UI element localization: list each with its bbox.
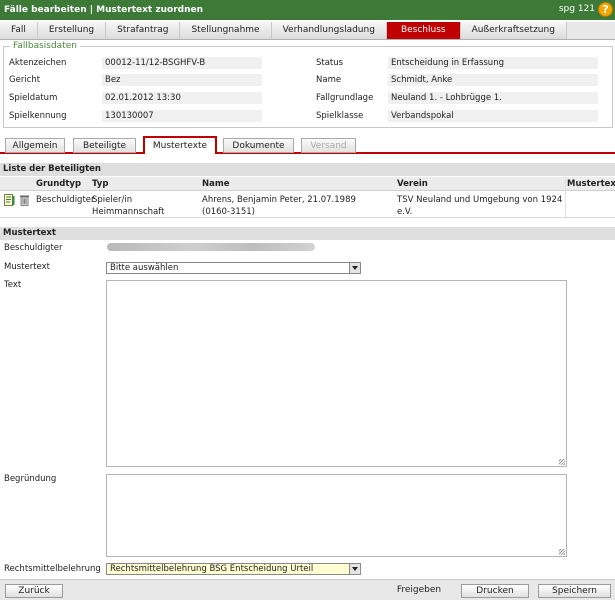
col-mustertext: Mustertext [567, 179, 615, 189]
subtab-dokumente[interactable]: Dokumente [223, 138, 294, 153]
tab-fall[interactable]: Fall [0, 22, 38, 39]
field-label: Spieldatum [9, 93, 58, 103]
field-label: Spielklasse [316, 111, 364, 121]
subtab-beteiligte[interactable]: Beteiligte [73, 138, 136, 153]
field-status: Status Entscheidung in Erfassung [316, 57, 611, 70]
delete-icon[interactable] [19, 194, 30, 206]
release-button[interactable]: Freigeben [388, 584, 450, 598]
field-aktenzeichen: Aktenzeichen 00012-11/12-BSGHFV-B [9, 57, 309, 70]
back-button[interactable]: Zurück [5, 584, 63, 598]
field-spieldatum: Spieldatum 02.01.2012 13:30 [9, 92, 309, 105]
cell-verein-line2: e.V. [397, 207, 413, 217]
text-label: Text [4, 280, 22, 290]
field-label: Gericht [9, 75, 41, 85]
tab-erstellung[interactable]: Erstellung [37, 22, 107, 39]
field-fallgrundlage: Fallgrundlage Neuland 1. - Lohbrügge 1. [316, 92, 611, 105]
cell-name-line2: (0160-3151) [202, 207, 255, 217]
mustertext-header: Mustertext [0, 227, 615, 240]
beteiligte-header: Liste der Beteiligten [0, 163, 615, 176]
field-gericht: Gericht Bez [9, 74, 309, 87]
cell-typ-line2: Heimmannschaft [92, 207, 165, 217]
beschuldigter-label: Beschuldigter [4, 243, 63, 253]
beteiligte-table-header: Grundtyp Typ Name Verein Mustertext [0, 177, 615, 191]
tab-ausserkraftsetzung[interactable]: Außerkraftsetzung [460, 22, 567, 39]
field-value: 02.01.2012 13:30 [102, 92, 262, 104]
tab-verhandlungsladung[interactable]: Verhandlungsladung [271, 22, 387, 39]
tab-beschluss[interactable]: Beschluss [386, 22, 461, 39]
cell-verein-line1: TSV Neuland und Umgebung von 1924 [397, 195, 563, 205]
field-value: 130130007 [102, 110, 262, 122]
fallbasisdaten-panel: Fallbasisdaten Aktenzeichen 00012-11/12-… [3, 41, 613, 128]
field-label: Status [316, 58, 344, 68]
field-value: Verbandspokal [388, 110, 598, 122]
cell-name-line1: Ahrens, Benjamin Peter, 21.07.1989 [202, 195, 356, 205]
subtab-allgemein[interactable]: Allgemein [5, 138, 65, 153]
rechtsmittel-label: Rechtsmittelbelehrung [4, 564, 101, 574]
window-titlebar: Fälle bearbeiten | Mustertext zuordnen s… [0, 0, 615, 20]
col-name: Name [202, 179, 230, 189]
col-typ: Typ [92, 179, 109, 189]
field-value: Neuland 1. - Lohbrügge 1. [388, 92, 598, 104]
rechtsmittel-select-value: Rechtsmittelbelehrung BSG Entscheidung U… [110, 564, 314, 574]
subtab-mustertexte[interactable]: Mustertexte [143, 136, 217, 154]
edit-icon[interactable] [4, 194, 15, 206]
mustertext-select[interactable]: Bitte auswählen [106, 262, 361, 274]
field-value: Schmidt, Anke [388, 74, 598, 86]
begruendung-label: Begründung [4, 474, 57, 484]
resize-grip-icon[interactable] [559, 549, 565, 555]
main-tab-bar: Fall Erstellung Strafantrag Stellungnahm… [0, 22, 615, 40]
tab-strafantrag[interactable]: Strafantrag [106, 22, 181, 39]
sub-tab-bar: Allgemein Beteiligte Mustertexte Dokumen… [0, 136, 615, 154]
begruendung-textarea[interactable] [106, 474, 567, 557]
field-label: Spielkennung [9, 111, 67, 121]
window-title: Fälle bearbeiten | Mustertext zuordnen [4, 5, 203, 15]
tab-stellungnahme[interactable]: Stellungnahme [180, 22, 272, 39]
chevron-down-icon[interactable] [349, 564, 360, 574]
field-spielklasse: Spielklasse Verbandspokal [316, 110, 611, 123]
col-verein: Verein [397, 179, 428, 189]
beschuldigter-value-redacted [107, 243, 315, 251]
cell-grundtyp: Beschuldigter [36, 195, 95, 205]
field-label: Aktenzeichen [9, 58, 67, 68]
mustertext-select-value: Bitte auswählen [110, 263, 179, 273]
subtab-versand: Versand [301, 138, 356, 153]
field-value: Bez [102, 74, 262, 86]
help-icon[interactable]: ? [598, 2, 613, 17]
chevron-down-icon[interactable] [349, 263, 360, 273]
save-button[interactable]: Speichern [538, 584, 611, 598]
table-row[interactable]: Beschuldigter Spieler/in Heimmannschaft … [0, 192, 615, 218]
user-label: spg 121 [558, 4, 595, 14]
field-value: Entscheidung in Erfassung [388, 57, 598, 69]
rechtsmittel-select[interactable]: Rechtsmittelbelehrung BSG Entscheidung U… [106, 563, 361, 575]
field-name: Name Schmidt, Anke [316, 74, 611, 87]
mustertext-label: Mustertext [4, 262, 50, 272]
text-textarea[interactable] [106, 280, 567, 467]
fallbasisdaten-legend: Fallbasisdaten [10, 41, 80, 51]
field-spielkennung: Spielkennung 130130007 [9, 110, 309, 123]
resize-grip-icon[interactable] [559, 459, 565, 465]
col-grundtyp: Grundtyp [36, 179, 82, 189]
print-button[interactable]: Drucken [461, 584, 529, 598]
field-label: Name [316, 75, 342, 85]
footer-bar: Zurück Freigeben Drucken Speichern [0, 579, 615, 600]
cell-typ-line1: Spieler/in [92, 195, 133, 205]
field-value: 00012-11/12-BSGHFV-B [102, 57, 262, 69]
field-label: Fallgrundlage [316, 93, 374, 103]
